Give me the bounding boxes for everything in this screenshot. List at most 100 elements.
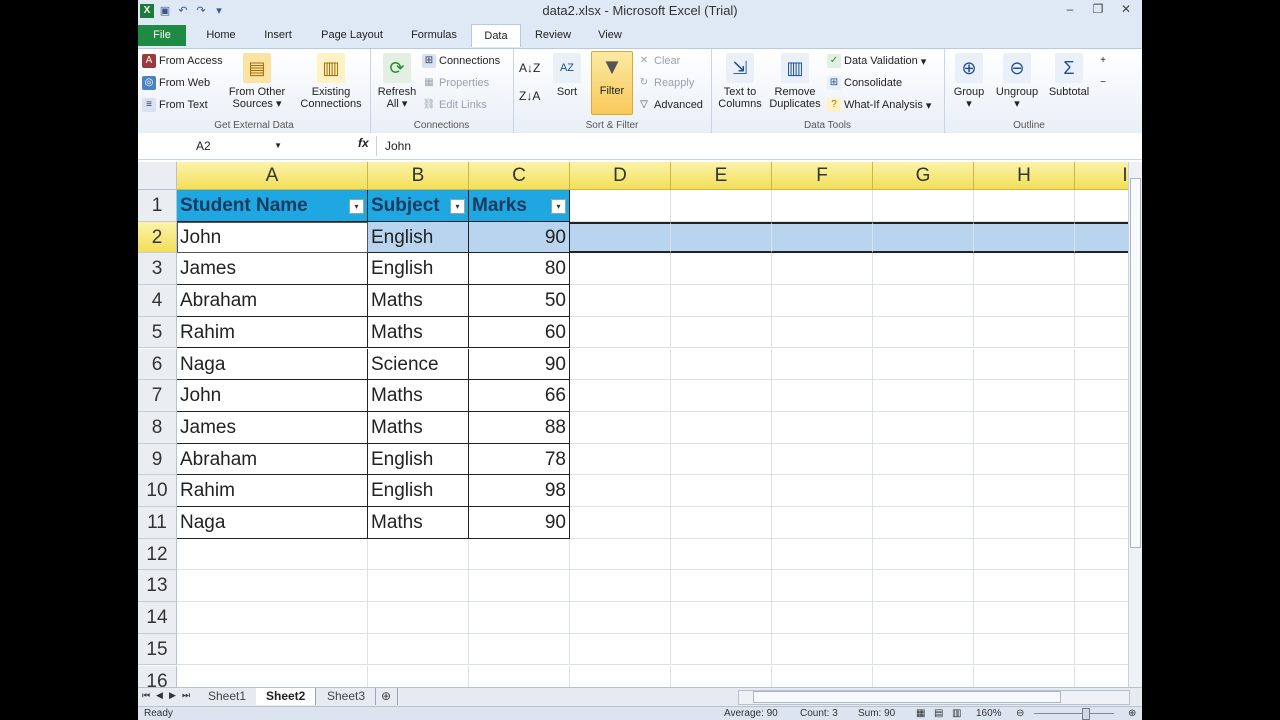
empty-cell[interactable] <box>368 665 469 687</box>
show-detail-button[interactable]: + <box>1096 52 1110 70</box>
empty-cell[interactable] <box>772 380 873 412</box>
zoom-level[interactable]: 160% <box>976 708 1002 719</box>
empty-cell[interactable] <box>469 633 570 666</box>
empty-cell[interactable] <box>873 475 974 507</box>
empty-cell[interactable] <box>1075 666 1128 688</box>
empty-cell[interactable] <box>772 316 873 349</box>
formula-input[interactable]: John <box>376 136 411 156</box>
empty-cell[interactable] <box>570 190 671 222</box>
column-header-d[interactable]: D <box>570 162 671 190</box>
page-layout-view-icon[interactable]: ▤ <box>934 708 943 719</box>
tab-insert[interactable]: Insert <box>253 24 303 46</box>
from-other-sources-button[interactable]: ▤ From Other Sources ▾ <box>226 53 288 110</box>
row-header-4[interactable]: 4 <box>138 285 177 317</box>
empty-cell[interactable] <box>772 475 873 507</box>
table-cell[interactable]: Naga <box>177 507 368 539</box>
consolidate-button[interactable]: ⊞ Consolidate <box>827 74 902 92</box>
empty-cell[interactable] <box>368 538 469 571</box>
empty-cell[interactable] <box>974 380 1075 412</box>
tab-home[interactable]: Home <box>196 24 246 46</box>
empty-cell[interactable] <box>570 221 671 254</box>
vertical-scrollbar[interactable] <box>1128 162 1142 687</box>
table-cell[interactable]: 66 <box>469 380 570 412</box>
column-header-g[interactable]: G <box>873 162 974 190</box>
worksheet-grid[interactable]: A B C D E F G H I 1 Student Name ▾ Subject ▾ Marks ▾ 2 Jo… <box>138 162 1128 687</box>
zoom-slider[interactable] <box>1034 713 1114 714</box>
filter-button[interactable]: ▼ Filter <box>591 51 633 115</box>
table-cell[interactable]: Maths <box>368 285 469 317</box>
empty-cell[interactable] <box>671 507 772 539</box>
column-header-i[interactable]: I <box>1075 162 1128 190</box>
empty-cell[interactable] <box>974 253 1075 286</box>
column-header-a[interactable]: A <box>177 162 368 190</box>
row-header-3[interactable]: 3 <box>138 253 177 286</box>
empty-cell[interactable] <box>570 475 671 507</box>
table-cell[interactable]: 90 <box>469 221 570 254</box>
empty-cell[interactable] <box>671 221 772 254</box>
empty-cell[interactable] <box>671 475 772 507</box>
empty-cell[interactable] <box>974 285 1075 317</box>
empty-cell[interactable] <box>974 475 1075 507</box>
row-header-7[interactable]: 7 <box>138 380 177 412</box>
empty-cell[interactable] <box>772 411 873 444</box>
empty-cell[interactable] <box>873 285 974 317</box>
empty-cell[interactable] <box>469 665 570 687</box>
row-header-13[interactable]: 13 <box>138 570 177 603</box>
column-header-e[interactable]: E <box>671 162 772 190</box>
empty-cell[interactable] <box>671 316 772 349</box>
filter-dropdown-icon[interactable]: ▾ <box>551 199 566 214</box>
empty-cell[interactable] <box>1075 634 1128 666</box>
empty-cell[interactable] <box>1075 570 1128 603</box>
data-validation-button[interactable]: ✓ Data Validation ▾ <box>827 52 926 70</box>
empty-cell[interactable] <box>177 633 368 666</box>
empty-cell[interactable] <box>1075 285 1128 317</box>
table-cell[interactable]: Maths <box>368 507 469 539</box>
refresh-all-button[interactable]: ⟳ Refresh All ▾ <box>376 53 418 110</box>
last-sheet-icon[interactable]: ⏭ <box>182 690 190 701</box>
empty-cell[interactable] <box>974 570 1075 603</box>
table-cell[interactable]: English <box>368 443 469 476</box>
zoom-out-icon[interactable]: ⊖ <box>1016 708 1024 719</box>
name-box[interactable]: A2 ▼ <box>140 136 288 156</box>
empty-cell[interactable] <box>570 507 671 539</box>
table-cell[interactable]: 80 <box>469 253 570 286</box>
empty-cell[interactable] <box>1075 507 1128 539</box>
empty-cell[interactable] <box>671 633 772 666</box>
filter-dropdown-icon[interactable]: ▾ <box>349 199 364 214</box>
empty-cell[interactable] <box>1075 253 1128 286</box>
empty-cell[interactable] <box>772 348 873 381</box>
empty-cell[interactable] <box>570 411 671 444</box>
empty-cell[interactable] <box>671 602 772 634</box>
empty-cell[interactable] <box>368 602 469 634</box>
empty-cell[interactable] <box>974 411 1075 444</box>
sort-button[interactable]: AZ Sort <box>547 53 587 98</box>
normal-view-icon[interactable]: ▦ <box>916 708 925 719</box>
from-access-button[interactable]: A From Access <box>142 52 223 70</box>
tab-file[interactable]: File <box>138 25 186 46</box>
empty-cell[interactable] <box>177 538 368 571</box>
table-cell[interactable]: John <box>177 380 368 412</box>
empty-cell[interactable] <box>671 570 772 603</box>
row-header-10[interactable]: 10 <box>138 475 177 507</box>
column-header-c[interactable]: C <box>469 162 570 190</box>
empty-cell[interactable] <box>1075 349 1128 381</box>
table-cell[interactable]: James <box>177 253 368 286</box>
table-cell[interactable]: 50 <box>469 285 570 317</box>
empty-cell[interactable] <box>1075 412 1128 444</box>
column-header-b[interactable]: B <box>368 162 469 190</box>
empty-cell[interactable] <box>570 602 671 634</box>
next-sheet-icon[interactable]: ▶ <box>169 690 176 701</box>
insert-sheet-icon[interactable]: ⊕ <box>375 688 399 705</box>
empty-cell[interactable] <box>671 190 772 222</box>
empty-cell[interactable] <box>873 380 974 412</box>
table-cell[interactable]: Maths <box>368 411 469 444</box>
empty-cell[interactable] <box>974 348 1075 381</box>
row-header-6[interactable]: 6 <box>138 348 177 381</box>
row-header-5[interactable]: 5 <box>138 316 177 349</box>
row-header-9[interactable]: 9 <box>138 443 177 476</box>
minimize-button[interactable]: – <box>1056 0 1084 18</box>
empty-cell[interactable] <box>1075 221 1128 254</box>
empty-cell[interactable] <box>974 316 1075 349</box>
empty-cell[interactable] <box>873 316 974 349</box>
empty-cell[interactable] <box>1075 475 1128 507</box>
